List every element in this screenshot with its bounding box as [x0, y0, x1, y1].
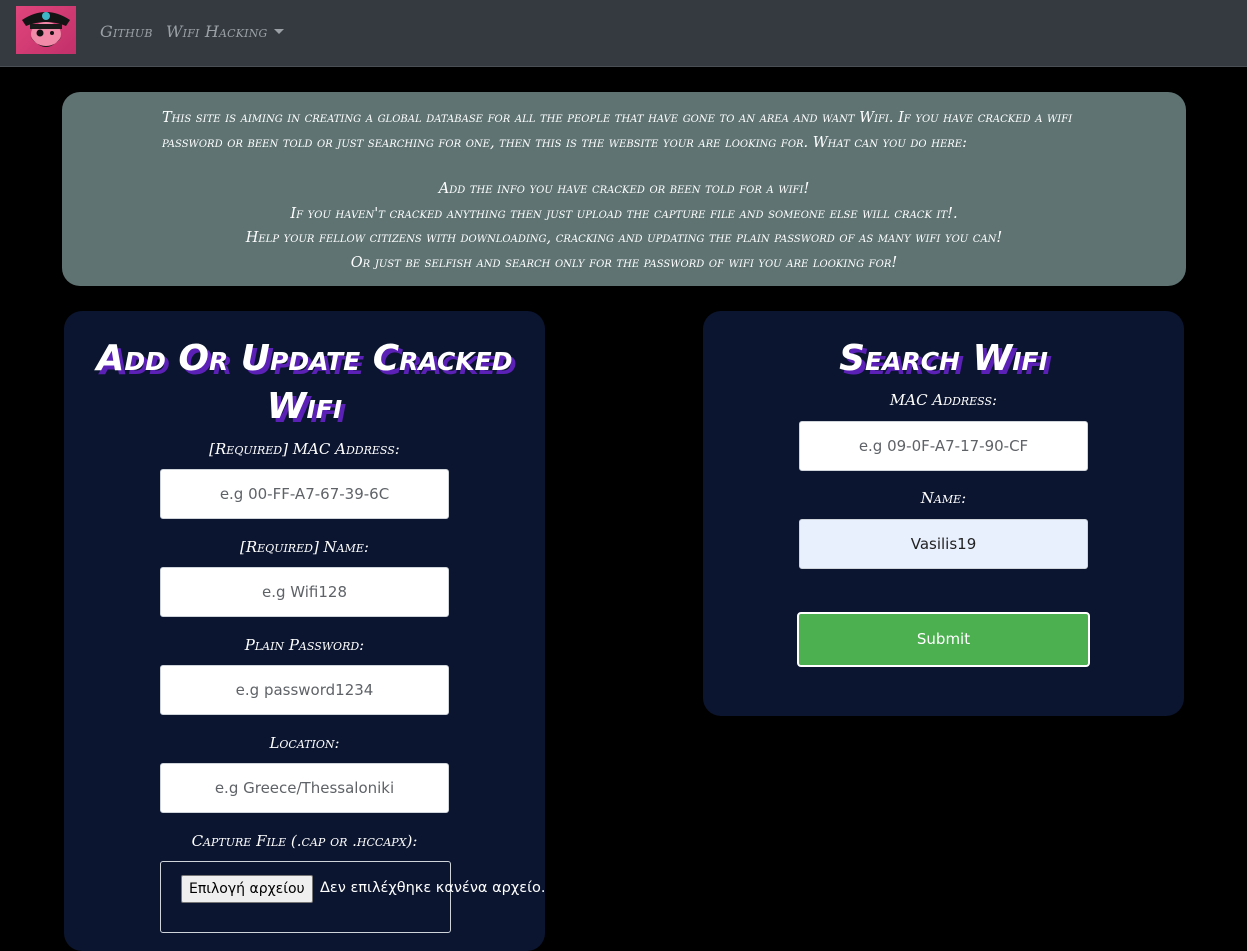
add-location-input[interactable]: [160, 763, 449, 813]
nav-link-github[interactable]: Github: [100, 22, 153, 41]
password-label: Plain Password:: [244, 636, 365, 654]
add-wifi-card: Add Or Update Cracked Wifi [Required] MA…: [64, 311, 545, 951]
intro-item: Help your fellow citizens with downloadi…: [245, 230, 1003, 246]
add-wifi-title-line2: Wifi: [266, 386, 343, 427]
intro-item: If you haven't cracked anything then jus…: [290, 205, 958, 222]
intro-item: Add the info you have cracked or been to…: [438, 181, 810, 197]
search-name-label: Name:: [920, 489, 967, 507]
submit-button[interactable]: Submit: [797, 612, 1090, 667]
search-mac-label: MAC Address:: [889, 391, 998, 409]
add-mac-address-input[interactable]: [160, 469, 449, 519]
name-label: [Required] Name:: [240, 538, 369, 556]
choose-file-button[interactable]: Επιλογή αρχείου: [181, 875, 313, 903]
nav-dropdown-wifi-hacking[interactable]: Wifi Hacking: [166, 22, 284, 41]
mac-address-label: [Required] MAC Address:: [209, 440, 400, 458]
search-mac-address-input[interactable]: [799, 421, 1088, 471]
intro-list: Add the info you have cracked or been to…: [62, 177, 1186, 275]
location-label: Location:: [269, 734, 340, 752]
search-wifi-card: Search Wifi MAC Address: Name: Submit: [703, 311, 1184, 716]
navbar: Github Wifi Hacking: [0, 0, 1247, 67]
intro-panel: This site is aiming in creating a global…: [62, 92, 1186, 286]
pirate-logo-icon[interactable]: [16, 6, 76, 54]
caret-down-icon: [273, 28, 284, 34]
file-status-text: Δεν επιλέχθηκε κανένα αρχείο.: [320, 880, 546, 896]
add-name-input[interactable]: [160, 567, 449, 617]
nav-dropdown-label: Wifi Hacking: [166, 22, 268, 41]
add-password-input[interactable]: [160, 665, 449, 715]
capture-file-label: Capture File (.cap or .hccapx):: [191, 832, 418, 850]
add-wifi-title-line1: Add Or Update Cracked: [96, 338, 513, 379]
search-wifi-title: Search Wifi: [839, 338, 1048, 379]
intro-paragraph: This site is aiming in creating a global…: [162, 110, 1073, 151]
search-name-input[interactable]: [799, 519, 1088, 569]
intro-item: Or just be selfish and search only for t…: [350, 254, 898, 271]
add-wifi-title: Add Or Update Cracked Wifi: [64, 335, 545, 431]
